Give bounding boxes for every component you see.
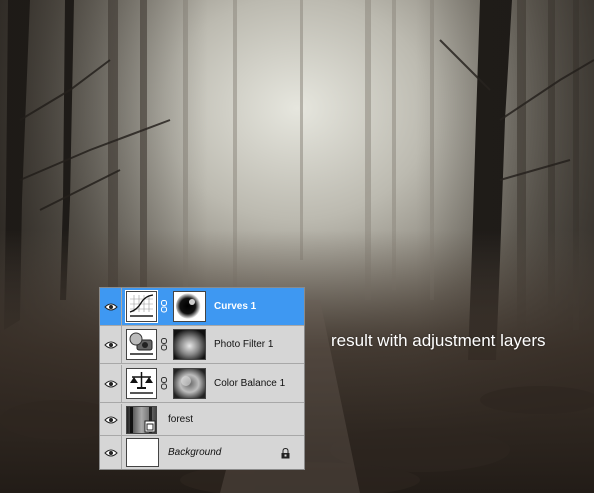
curves-adjustment-icon <box>125 290 158 323</box>
layer-name: Color Balance 1 <box>214 378 286 389</box>
layer-mask-thumbnail[interactable] <box>173 368 206 399</box>
caption-text: result with adjustment layers <box>331 331 546 350</box>
layer-name: Photo Filter 1 <box>214 339 274 350</box>
layer-mask-thumbnail[interactable] <box>173 329 206 360</box>
smart-object-thumbnail <box>126 406 157 434</box>
visibility-toggle[interactable] <box>100 436 122 469</box>
visibility-toggle[interactable] <box>100 288 122 325</box>
layers-panel: Curves 1 Photo Filter 1 Color Balance 1 … <box>99 287 305 470</box>
layer-row-color-balance[interactable]: Color Balance 1 <box>100 365 304 403</box>
visibility-toggle[interactable] <box>100 404 122 435</box>
visibility-toggle[interactable] <box>100 326 122 363</box>
layer-row-photo-filter[interactable]: Photo Filter 1 <box>100 326 304 364</box>
link-icon[interactable] <box>161 377 167 390</box>
eye-icon <box>104 303 118 310</box>
layer-row-background[interactable]: Background <box>100 436 304 469</box>
background-thumbnail <box>126 438 159 467</box>
eye-icon <box>104 341 118 348</box>
link-icon[interactable] <box>161 338 167 351</box>
layer-name: forest <box>168 414 194 425</box>
layer-mask-thumbnail[interactable] <box>173 291 206 322</box>
eye-icon <box>104 449 118 456</box>
layer-name: Curves 1 <box>214 301 257 312</box>
link-icon[interactable] <box>161 300 167 313</box>
visibility-toggle[interactable] <box>100 365 122 402</box>
color-balance-adjustment-icon <box>126 368 157 399</box>
photo-filter-adjustment-icon <box>126 329 157 360</box>
lock-icon <box>281 448 290 459</box>
layer-row-curves[interactable]: Curves 1 <box>100 288 304 326</box>
layer-name: Background <box>168 447 222 458</box>
eye-icon <box>104 380 118 387</box>
layer-row-forest[interactable]: forest <box>100 404 304 436</box>
eye-icon <box>104 416 118 423</box>
